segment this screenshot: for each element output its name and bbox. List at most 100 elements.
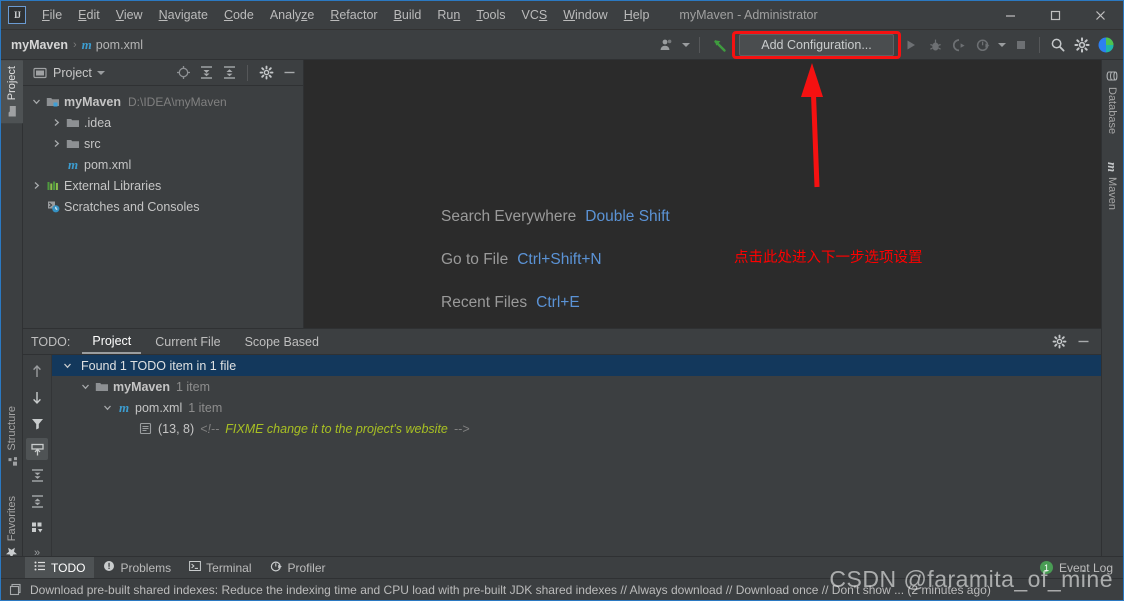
scratches-icon [44,199,62,214]
profiler-icon-bottom [270,560,283,576]
right-tool-window-strip: Database m Maven [1101,60,1123,557]
todo-line-icon [136,422,154,435]
bottom-tab-todo[interactable]: TODO [25,557,95,578]
sidebar-item-favorites-label: Favorites [6,496,18,542]
todo-node-mymaven-label: myMaven [113,379,170,394]
group-by-icon[interactable] [26,516,48,538]
menu-build[interactable]: Build [386,5,430,25]
bottom-tab-problems[interactable]: Problems [94,557,180,578]
sidebar-item-database-label: Database [1106,87,1118,135]
sidebar-item-project[interactable]: Project [1,60,23,124]
profiler-icon[interactable] [972,34,994,56]
minimize-window-button[interactable] [988,1,1033,30]
search-icon[interactable] [1047,34,1069,56]
menu-file[interactable]: File [34,5,70,25]
stop-square-icon[interactable] [1010,34,1032,56]
menu-refactor[interactable]: Refactor [322,5,385,25]
menu-analyze[interactable]: Analyze [262,5,322,25]
todo-tab-project[interactable]: Project [82,329,142,354]
window-controls [988,1,1123,30]
person-icon[interactable] [656,34,678,56]
chevron-down-icon[interactable] [680,34,692,56]
tip-search-everywhere: Search Everywhere Double Shift [441,208,670,226]
tree-item-scratches[interactable]: Scratches and Consoles [23,196,303,217]
tree-item-idea-label: .idea [84,115,112,130]
status-message[interactable]: Download pre-built shared indexes: Reduc… [30,583,991,597]
chevron-right-icon[interactable] [29,181,44,190]
todo-results-header-row[interactable]: Found 1 TODO item in 1 file [52,355,1101,376]
menu-window[interactable]: Window [555,5,615,25]
todo-results-tree: Found 1 TODO item in 1 file myMaven 1 it… [52,355,1101,564]
editor-area[interactable]: Search Everywhere Double Shift Go to Fil… [304,60,1101,328]
menu-view[interactable]: View [108,5,151,25]
expand-all-icon-todo[interactable] [26,464,48,486]
chevron-down-icon-run[interactable] [996,34,1008,56]
chevron-expanded-icon[interactable] [29,97,44,106]
menu-help[interactable]: Help [616,5,658,25]
colored-circle-icon[interactable] [1095,34,1117,56]
expand-all-icon[interactable] [196,63,216,83]
breadcrumb-project[interactable]: myMaven [11,38,68,52]
arrow-up-icon[interactable] [26,360,48,382]
menu-edit[interactable]: Edit [70,5,108,25]
todo-item-comment-open: <!-- [200,421,220,436]
bug-icon[interactable] [924,34,946,56]
menu-bar: IJ File Edit View Navigate Code Analyze … [1,1,1123,30]
tree-item-src[interactable]: src [23,133,303,154]
add-configuration-button[interactable]: Add Configuration... [739,34,894,56]
chevron-right-icon[interactable] [49,139,64,148]
tree-item-external-libraries[interactable]: External Libraries [23,175,303,196]
close-window-button[interactable] [1078,1,1123,30]
maven-m-icon: m [81,36,92,52]
annotation-text: 点击此处进入下一步选项设置 [734,250,923,266]
bottom-tab-profiler[interactable]: Profiler [261,557,335,578]
menu-navigate[interactable]: Navigate [151,5,216,25]
todo-item-row[interactable]: (13, 8) <!-- FIXME change it to the proj… [52,418,1101,439]
filter-icon[interactable] [26,412,48,434]
folder-icon [93,380,111,394]
breadcrumb-file[interactable]: pom.xml [96,38,143,52]
todo-tab-current-file[interactable]: Current File [145,330,230,353]
collapse-all-icon-todo[interactable] [26,490,48,512]
tree-item-pomxml[interactable]: m pom.xml [23,154,303,175]
menu-run[interactable]: Run [429,5,468,25]
status-bar: Download pre-built shared indexes: Reduc… [1,578,1123,600]
todo-tab-scope-based[interactable]: Scope Based [235,330,329,353]
gear-icon-todo[interactable] [1049,332,1069,352]
tree-item-mymaven[interactable]: myMaven D:\IDEA\myMaven [23,91,303,112]
todo-node-pomxml[interactable]: m pom.xml 1 item [52,397,1101,418]
todo-prefix-label: TODO: [31,334,71,349]
sidebar-item-maven[interactable]: m Maven [1101,156,1123,216]
bottom-tab-problems-label: Problems [120,560,172,575]
event-log-label[interactable]: Event Log [1059,561,1113,575]
coverage-icon[interactable] [948,34,970,56]
tree-item-idea[interactable]: .idea [23,112,303,133]
autoscroll-icon[interactable] [26,438,48,460]
chevron-expanded-icon[interactable] [60,361,75,370]
notification-icon[interactable] [9,583,22,596]
gear-icon-project[interactable] [256,63,276,83]
chevron-expanded-icon[interactable] [78,382,93,391]
tree-item-pomxml-label: pom.xml [84,157,132,172]
play-icon[interactable] [900,34,922,56]
chevron-down-icon-project[interactable] [96,70,105,75]
menu-tools[interactable]: Tools [468,5,513,25]
gear-icon[interactable] [1071,34,1093,56]
sidebar-item-favorites[interactable]: Favorites [1,490,23,565]
arrow-down-icon[interactable] [26,386,48,408]
chevron-right-icon[interactable] [49,118,64,127]
bottom-tab-terminal[interactable]: Terminal [180,557,260,578]
green-arrow-icon[interactable] [707,34,733,56]
menu-vcs[interactable]: VCS [514,5,556,25]
sidebar-item-structure[interactable]: Structure [1,400,23,474]
hide-panel-icon[interactable] [279,63,299,83]
menu-code[interactable]: Code [216,5,262,25]
project-panel-title: Project [53,65,92,80]
chevron-expanded-icon[interactable] [100,403,115,412]
collapse-all-icon[interactable] [219,63,239,83]
target-icon[interactable] [173,63,193,83]
maximize-window-button[interactable] [1033,1,1078,30]
sidebar-item-database[interactable]: Database [1101,64,1123,140]
hide-panel-icon-todo[interactable] [1073,332,1093,352]
todo-node-mymaven[interactable]: myMaven 1 item [52,376,1101,397]
